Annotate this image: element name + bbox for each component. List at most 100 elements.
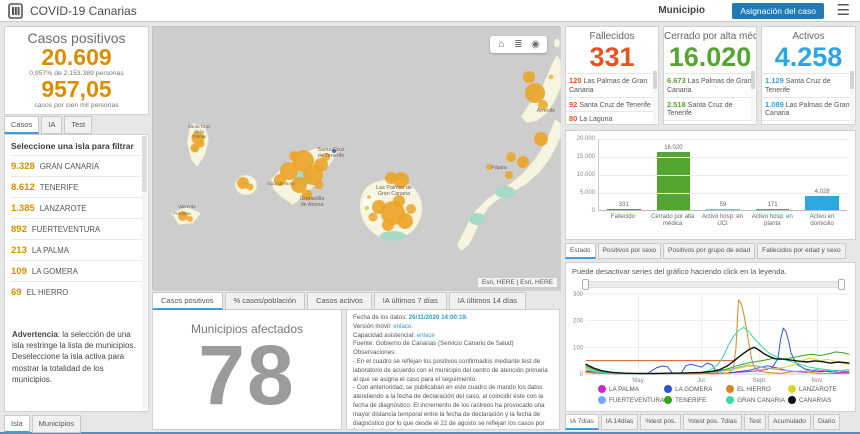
home-icon[interactable]: ⌂ [493, 37, 510, 52]
municipios-value: 78 [198, 328, 296, 422]
island-row-gran-canaria[interactable]: 9.328 GRAN CANARIA [11, 155, 142, 176]
asignacion-del-caso-button[interactable]: Asignación del caso [732, 3, 824, 19]
legend-label: FUERTEVENTURA [609, 396, 665, 404]
stat-row: 1.089 Las Palmas de Gran Canaria [762, 96, 855, 121]
fecha-label: Fecha de los datos: [353, 314, 409, 321]
bar-plot-area: 331 16.020 59 171 4.028 [598, 139, 847, 211]
legend-item-lanzarote[interactable]: LANZAROTE [788, 385, 850, 393]
island-filter-title: Seleccione una isla para filtrar [11, 141, 134, 151]
card-scrollbar[interactable] [751, 71, 755, 123]
legend-dot [664, 385, 673, 393]
line-tab-1[interactable]: IA 14días [600, 414, 639, 430]
chart-legend: LA PALMA LA GOMERA EL HIERRO LANZAROTE FUERT… [598, 385, 850, 404]
svg-text:Gran Canaria: Gran Canaria [378, 191, 410, 197]
map-tab-bar: Casos positivos% casos/población Casos ac… [152, 292, 526, 310]
bar-ytick: 10.000 [576, 172, 595, 178]
bar-category-label: Activo hosp. en UCI [701, 214, 743, 228]
positives-tab-0[interactable]: Casos [4, 116, 40, 134]
legend-dot [598, 396, 606, 404]
legend-item-la-palma[interactable]: LA PALMA [598, 385, 664, 393]
island-tab-1[interactable]: Municipios [31, 415, 82, 433]
legend-hint: Puede desactivar series del gráfico haci… [572, 267, 787, 276]
observaciones-title: Observaciones: [353, 349, 396, 357]
fuente-line: Fuente: Gobierno de Canarias (Servicio C… [353, 340, 514, 348]
map-canvas[interactable]: Santa Cruz de la Palma Valverde Frontera [152, 26, 562, 291]
legend-label: GRAN CANARIA [737, 396, 786, 404]
line-tab-6[interactable]: Diario [812, 414, 841, 430]
estado-tab-2[interactable]: Positivos por grupo de edad [663, 243, 756, 259]
svg-text:100: 100 [573, 345, 584, 351]
island-row-fuerteventura[interactable]: 892 FUERTEVENTURA [11, 218, 142, 239]
legend-item-fuerteventura[interactable]: FUERTEVENTURA [598, 396, 664, 404]
legend-dot [664, 396, 673, 404]
map-tab-1[interactable]: % casos/población [224, 292, 306, 310]
card-scrollbar[interactable] [653, 71, 657, 123]
slider-handle-left[interactable] [582, 279, 589, 290]
estado-tab-0[interactable]: Estado [565, 243, 596, 259]
capacidad-link[interactable]: enlace [417, 332, 435, 339]
island-row-la-gomera[interactable]: 109 LA GOMERA [11, 260, 142, 281]
island-tab-0[interactable]: Isla [4, 415, 30, 433]
map-tab-2[interactable]: Casos activos [307, 292, 372, 310]
legend-icon[interactable]: ≣ [510, 37, 527, 52]
island-value: 8.612 [11, 181, 35, 193]
card-scrollbar[interactable] [850, 71, 854, 123]
legend-item-canarias[interactable]: CANARIAS [788, 396, 850, 404]
bar-ytick: 5.000 [579, 190, 595, 196]
island-scrollbar[interactable] [142, 136, 147, 410]
svg-text:Valverde: Valverde [178, 204, 196, 209]
time-range-slider[interactable] [582, 279, 845, 290]
island-name: LA GOMERA [31, 266, 78, 276]
bar-category-label: Cerrado por alta médica [651, 214, 695, 228]
basemap-icon[interactable]: ◉ [527, 37, 544, 52]
estado-tab-3[interactable]: Fallecidos por edad y sexo [757, 243, 846, 259]
legend-label: EL HIERRO [737, 385, 771, 393]
island-row-la-palma[interactable]: 213 LA PALMA [11, 239, 142, 260]
estado-tab-1[interactable]: Positivos por sexo [597, 243, 662, 259]
observacion-2: - Con anterioridad, se publicaban en est… [353, 384, 545, 429]
svg-text:de Tenerife: de Tenerife [318, 153, 345, 159]
version-link[interactable]: enlace. [393, 323, 413, 330]
fallecidos-title: Fallecidos [589, 31, 635, 42]
svg-text:Nov.: Nov. [811, 378, 823, 384]
island-row-lanzarote[interactable]: 1.385 LANZAROTE [11, 197, 142, 218]
map-tab-4[interactable]: IA últimos 14 días [448, 292, 526, 310]
map-tab-3[interactable]: IA últimos 7 días [373, 292, 447, 310]
slider-handle-right[interactable] [838, 279, 845, 290]
legend-item-el-hierro[interactable]: EL HIERRO [726, 385, 788, 393]
legend-item-tenerife[interactable]: TENERIFE [664, 396, 726, 404]
estado-bar-chart: 331 16.020 59 171 4.028 Fallecido Cerrado por… [565, 130, 856, 240]
gobierno-canarias-logo [8, 3, 23, 24]
island-value: 109 [11, 265, 27, 277]
stat-row: 1.854La Laguna [664, 120, 756, 124]
activos-title: Activos [792, 31, 825, 42]
line-tab-bar: IA 7días IA 14días %test pos. %test pos. 7d… [565, 414, 841, 430]
cerrado-value: 16.020 [668, 42, 752, 72]
municipios-afectados-card: Municipios afectados 78 [152, 309, 342, 430]
svg-text:0: 0 [580, 372, 584, 378]
positives-tab-1[interactable]: IA [41, 116, 63, 134]
fallecidos-value: 331 [589, 42, 635, 72]
positives-tab-2[interactable]: Test [64, 116, 93, 134]
island-row-el-hierro[interactable]: 69 EL HIERRO [11, 281, 142, 302]
svg-text:Sept.: Sept. [753, 378, 767, 384]
island-row-tenerife[interactable]: 8.612 TENERIFE [11, 176, 142, 197]
legend-label: TENERIFE [675, 396, 707, 404]
fallecidos-card: Fallecidos 331 120 Las Palmas de Gran Can… [565, 26, 659, 125]
line-tab-4[interactable]: Test [743, 414, 766, 430]
cerrado-title: Cerrado por alta médica [664, 31, 756, 42]
line-tab-3[interactable]: %test pos. 7días [683, 414, 742, 430]
line-tab-2[interactable]: %test pos. [640, 414, 682, 430]
bar-ytick: 0 [591, 208, 595, 214]
bar-category-label: Fallecido [610, 214, 635, 220]
legend-item-gran-canaria[interactable]: GRAN CANARIA [726, 396, 788, 404]
line-tab-5[interactable]: Acumulado [767, 414, 811, 430]
menu-icon[interactable]: ☰ [837, 1, 850, 19]
island-name: EL HIERRO [26, 287, 69, 297]
line-tab-0[interactable]: IA 7días [565, 414, 599, 430]
map-tab-0[interactable]: Casos positivos [152, 292, 223, 310]
svg-text:300: 300 [573, 292, 584, 298]
covid-dashboard: COVID-19 Canarias Municipio Asignación d… [0, 0, 860, 434]
bar-ytick: 20.000 [576, 136, 595, 142]
legend-item-la-gomera[interactable]: LA GOMERA [664, 385, 726, 393]
